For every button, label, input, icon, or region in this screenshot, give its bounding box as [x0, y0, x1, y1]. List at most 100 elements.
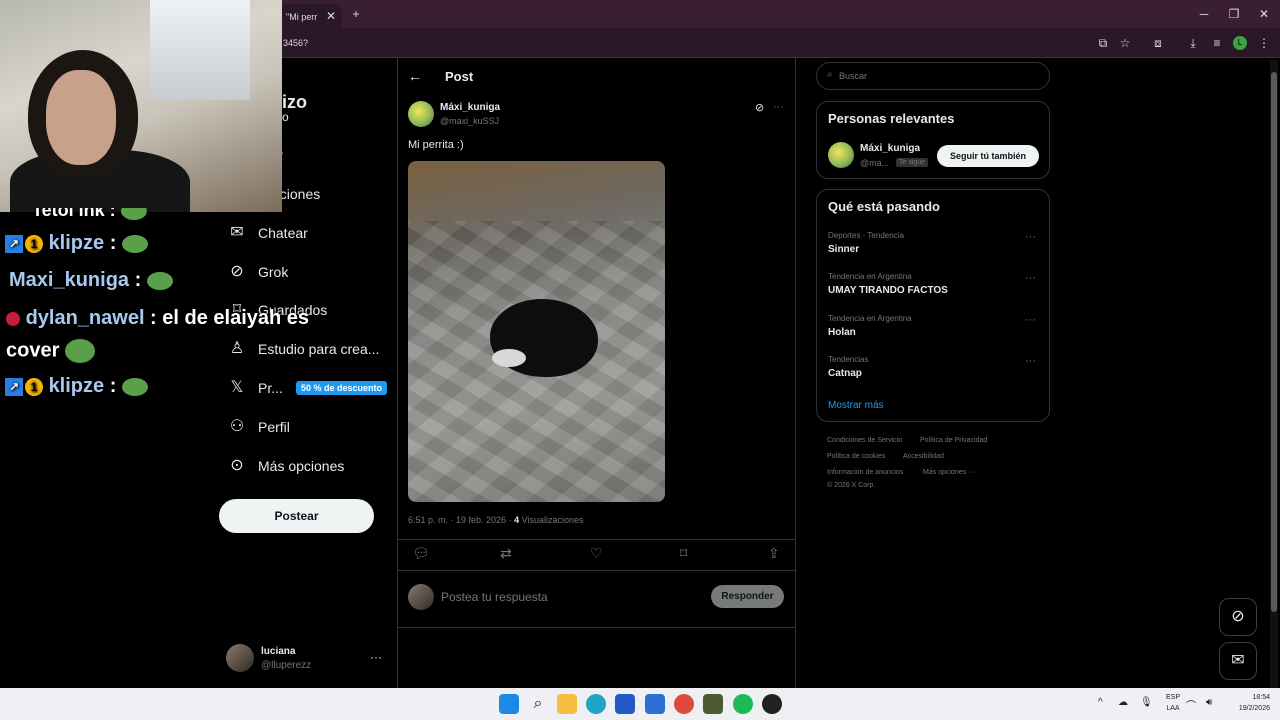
follows-you-badge: Te sigue: [896, 158, 929, 167]
trend-name[interactable]: Holan: [828, 327, 856, 338]
tray-lang-top[interactable]: ESP: [1163, 694, 1183, 701]
game-app-icon[interactable]: [703, 694, 723, 714]
tray-network-icon[interactable]: ☁: [1118, 697, 1128, 708]
pepe-emote-icon: [146, 271, 173, 290]
address-bar[interactable]: 3456?: [283, 38, 308, 48]
messages-fab-icon[interactable]: ✉: [1219, 642, 1257, 680]
menu-dots-icon[interactable]: ⋮: [1256, 35, 1272, 51]
chat-line: dylan_nawel : el de elaiyah es: [6, 307, 309, 330]
mail-app-icon[interactable]: [645, 694, 665, 714]
nav-item-grok[interactable]: ⊘ Grok: [226, 254, 288, 290]
scrollbar-thumb[interactable]: [1271, 72, 1277, 612]
nav-label: Más opciones: [258, 458, 345, 474]
nav-label: Chatear: [258, 225, 308, 241]
trend-more-icon[interactable]: ···: [1025, 272, 1036, 284]
footer-privacy[interactable]: Política de Privacidad: [920, 437, 987, 444]
nav-brand-sub: o: [282, 110, 289, 124]
account-more-icon[interactable]: ···: [370, 650, 382, 664]
nav-item-studio[interactable]: ♙ Estudio para crea...: [226, 331, 380, 367]
search-box[interactable]: ⌕ Buscar: [816, 62, 1050, 90]
nav-item-more[interactable]: ⊙ Más opciones: [226, 448, 344, 484]
nav-label: Grok: [258, 264, 289, 280]
post-time: 6:51 p. m. · 19 feb. 2026 ·: [408, 515, 512, 525]
downloads-icon[interactable]: ⤓: [1185, 35, 1201, 51]
favorite-star-icon[interactable]: ☆: [1117, 35, 1133, 51]
close-window-icon[interactable]: ✕: [1256, 6, 1272, 22]
chat-line: ↗ 1 klipze :: [5, 375, 148, 398]
chat-text: el de elaiyah es: [156, 307, 310, 329]
profile-avatar[interactable]: L: [1233, 36, 1247, 50]
trend-name[interactable]: Catnap: [828, 368, 862, 379]
store-icon[interactable]: [615, 694, 635, 714]
author-name[interactable]: Máxi_kuniga: [440, 102, 500, 113]
trend-name[interactable]: UMAY TIRANDO FACTOS: [828, 285, 948, 296]
tab-close-icon[interactable]: ✕: [326, 4, 336, 28]
account-handle: @lluperezz: [261, 660, 312, 671]
reply-button[interactable]: Responder: [711, 585, 784, 608]
nav-item-premium[interactable]: 𝕏 Pr...: [226, 370, 283, 406]
back-arrow-icon[interactable]: ←: [408, 68, 422, 84]
footer-ads[interactable]: Información de anuncios: [827, 469, 903, 476]
reading-list-icon[interactable]: ≡: [1209, 35, 1225, 51]
author-handle: @maxi_kuSSJ: [440, 116, 500, 126]
new-tab-icon[interactable]: +: [348, 6, 364, 22]
webcam-overlay: [0, 0, 282, 212]
tray-time[interactable]: 18:54: [1228, 694, 1270, 701]
tray-wifi-icon[interactable]: ⌒: [1186, 697, 1196, 712]
obs-icon[interactable]: [762, 694, 782, 714]
account-avatar[interactable]: [226, 644, 254, 672]
nav-item-profile[interactable]: ⚇ Perfil: [226, 409, 290, 445]
trend-more-icon[interactable]: ···: [1025, 231, 1036, 243]
footer-terms[interactable]: Condiciones de Servicio: [827, 437, 902, 444]
chrome-icon[interactable]: [674, 694, 694, 714]
post-image[interactable]: [408, 161, 665, 502]
post-button[interactable]: Postear: [219, 499, 374, 533]
divider: [398, 627, 795, 628]
tray-date[interactable]: 19/2/2026: [1228, 705, 1270, 712]
share-icon[interactable]: ⇪: [768, 545, 780, 565]
relevant-user-avatar[interactable]: [828, 142, 854, 168]
trend-name[interactable]: Sinner: [828, 244, 859, 255]
footer-more[interactable]: Más opciones ···: [923, 469, 975, 476]
install-app-icon[interactable]: ⧉: [1095, 35, 1111, 51]
search-taskbar-icon[interactable]: ⌕: [528, 694, 548, 714]
file-explorer-icon[interactable]: [557, 694, 577, 714]
footer-cookies[interactable]: Política de cookies: [827, 453, 885, 460]
grok-fab-icon[interactable]: ⊘: [1219, 598, 1257, 636]
search-input[interactable]: Buscar: [839, 71, 867, 81]
bookmark-icon[interactable]: ⌑: [680, 545, 687, 565]
tray-volume-icon[interactable]: 🔊︎: [1206, 697, 1212, 708]
windows-start-icon[interactable]: [499, 694, 519, 714]
minimize-icon[interactable]: ─: [1196, 6, 1212, 22]
trend-more-icon[interactable]: ···: [1025, 355, 1036, 367]
sub-badge-icon: 1: [25, 377, 43, 396]
edge-browser-icon[interactable]: [586, 694, 606, 714]
relevant-user-name[interactable]: Máxi_kuniga: [860, 143, 920, 154]
nav-item-chat[interactable]: ✉ Chatear: [226, 215, 308, 251]
promo-badge: 50 % de descuento: [296, 381, 388, 395]
grok-analyze-icon[interactable]: ⊘: [755, 101, 764, 114]
reply-input[interactable]: Postea tu respuesta: [441, 590, 548, 604]
spotify-icon[interactable]: [733, 694, 753, 714]
show-more-link[interactable]: Mostrar más: [828, 400, 884, 411]
like-heart-icon[interactable]: ♡: [590, 545, 603, 565]
tray-mic-icon[interactable]: 🎙︎: [1140, 697, 1153, 708]
sub-badge-icon: 1: [25, 234, 43, 253]
post-more-icon[interactable]: ···: [773, 101, 784, 113]
tray-chevron-icon[interactable]: ^: [1098, 697, 1103, 708]
follow-back-button[interactable]: Seguir tú también: [937, 145, 1039, 167]
tray-lang-bottom[interactable]: LAA: [1163, 705, 1183, 712]
trend-meta: Tendencia en Argentina: [828, 314, 912, 323]
reply-icon[interactable]: 💬︎: [412, 545, 430, 565]
extensions-icon[interactable]: ⧈: [1150, 35, 1166, 51]
chat-line: cover: [6, 339, 95, 363]
repost-icon[interactable]: ⇄: [500, 545, 512, 565]
pepe-emote-icon: [121, 234, 148, 253]
footer-accessibility[interactable]: Accesibilidad: [903, 453, 944, 460]
browser-tab[interactable]: "Mi perr ✕: [280, 4, 342, 28]
studio-icon: ♙: [229, 340, 245, 357]
author-avatar[interactable]: [408, 101, 434, 127]
restore-icon[interactable]: ❐: [1226, 6, 1242, 22]
trend-more-icon[interactable]: ···: [1025, 314, 1036, 326]
trend-meta: Deportes · Tendencia: [828, 231, 904, 240]
